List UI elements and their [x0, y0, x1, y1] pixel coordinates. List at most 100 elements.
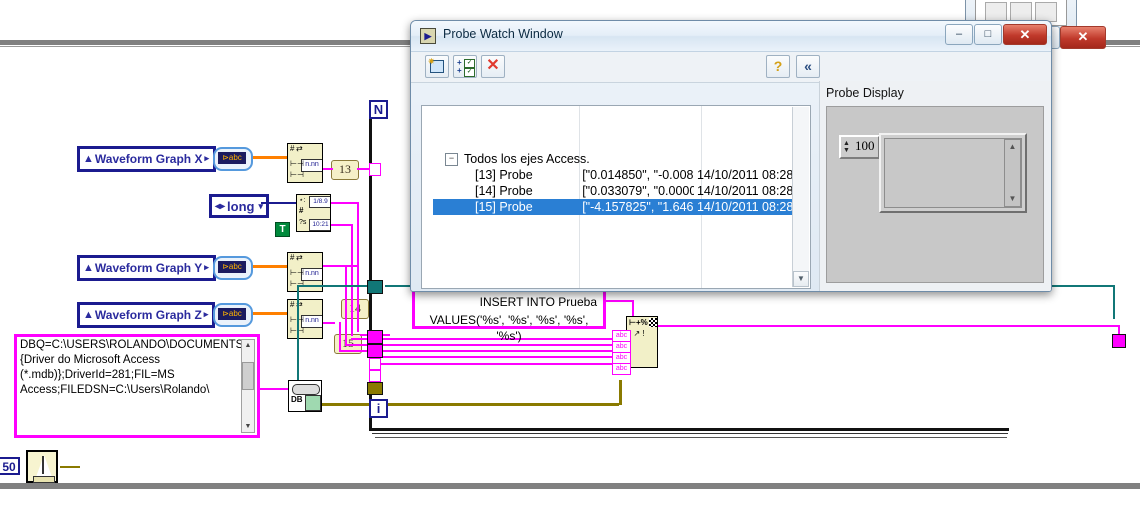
- wire-dt2: [331, 224, 353, 226]
- wire-sql-out: [606, 300, 634, 302]
- wire-vert-2: [351, 224, 353, 336]
- probe-display-field[interactable]: ▲ ▼: [879, 133, 1027, 213]
- wire-vert-3: [345, 265, 347, 345]
- scroll-up-icon[interactable]: ▲: [242, 340, 254, 351]
- window-titlebar[interactable]: ▶ Probe Watch Window – □ ✕: [411, 21, 1051, 52]
- wait-ms-constant[interactable]: 50: [0, 457, 20, 475]
- db-node-table-icon: [305, 395, 321, 411]
- probe-flag-13[interactable]: 13: [331, 160, 359, 180]
- db-connection-string-constant[interactable]: DBQ=C:\USERS\ROLANDO\DOCUMENTS\SYCSA\LAB…: [14, 334, 260, 438]
- loop-tunnel-error[interactable]: [367, 382, 383, 395]
- new-probe-sparkle-icon: ✷: [428, 58, 435, 66]
- probe-display-field-inner[interactable]: [884, 138, 1022, 208]
- window-controls[interactable]: – □ ✕: [945, 24, 1047, 45]
- collapse-button[interactable]: «: [796, 55, 820, 78]
- loop-index-terminal[interactable]: i: [369, 399, 388, 418]
- probe-icon: ▶: [420, 28, 436, 44]
- background-toolbar-icon-pencil: [1035, 2, 1057, 22]
- expander-icon[interactable]: −: [445, 153, 458, 166]
- loop-tunnel-array-2[interactable]: [369, 358, 381, 370]
- diagram-divider-bottom: [0, 483, 1140, 489]
- probe-last-update: 14/10/2011 08:28:: [694, 167, 805, 183]
- wire-dt1: [331, 202, 359, 204]
- table-row-selected[interactable]: [15] Probe ["-4.157825", "1.64689 14/10/…: [433, 199, 805, 215]
- db-node-connector: [292, 384, 320, 395]
- terminal-waveform-graph-y[interactable]: ▲ Waveform Graph Y ▸: [77, 255, 216, 281]
- probe-watch-window[interactable]: ▶ Probe Watch Window – □ ✕ ✷ + + ✓ ✓ ✕ ?…: [410, 20, 1052, 292]
- probe-list-scrollbar[interactable]: ▼: [792, 107, 809, 287]
- loop-tunnel-magenta-1[interactable]: [367, 330, 383, 344]
- loop-tunnel-teal[interactable]: [367, 280, 383, 294]
- table-row[interactable]: [14] Probe ["0.033079", "0.000018 14/10/…: [433, 183, 805, 199]
- get-datetime-node[interactable]: ⋆: 1/8.9 # ?s 10:21: [296, 194, 331, 232]
- probe-list[interactable]: − Todos los ejes Access. [13] Probe ["0.…: [421, 105, 811, 289]
- sql-insert-constant[interactable]: INSERT INTO Prueba VALUES('%s', '%s', '%…: [412, 289, 606, 329]
- loop-tunnel-right-magenta[interactable]: [1112, 334, 1126, 348]
- home-icon: ▲: [83, 262, 94, 274]
- window-toolbar[interactable]: ✷ + + ✓ ✓ ✕ ? «: [411, 52, 1051, 83]
- loop-tunnel-magenta-2[interactable]: [367, 344, 383, 358]
- spinner-arrows[interactable]: ▲ ▼: [841, 137, 852, 157]
- wire-teal-right-down: [1113, 285, 1115, 319]
- wire-error-2: [619, 380, 622, 405]
- probe-display-label: Probe Display: [826, 86, 904, 100]
- spinner-value[interactable]: 100: [852, 137, 878, 157]
- probe-display-body[interactable]: ▲ ▼ 100 ▲ ▼: [826, 106, 1044, 283]
- probe-value: ["0.014850", "-0.00863: [581, 167, 694, 183]
- array-subset-node-x[interactable]: # ⇄ n.nn ⊢⊣ ⊢⊣: [287, 143, 323, 183]
- new-probe-button[interactable]: ✷: [425, 55, 449, 78]
- delete-probe-button[interactable]: ✕: [481, 55, 505, 78]
- background-window-close[interactable]: ✕: [1060, 26, 1106, 49]
- format-input-abc-4[interactable]: abc: [612, 363, 631, 375]
- loop-count-terminal[interactable]: N: [369, 100, 388, 119]
- scroll-down-icon[interactable]: ▼: [242, 421, 254, 432]
- close-button[interactable]: ✕: [1003, 24, 1047, 45]
- spinner-down-icon[interactable]: ▼: [841, 147, 852, 154]
- probe-display-spinner[interactable]: ▲ ▼ 100: [839, 135, 880, 159]
- terminal-waveform-graph-x[interactable]: ▲ Waveform Graph X ▸: [77, 146, 216, 172]
- minimize-button[interactable]: –: [945, 24, 973, 45]
- wire-sql-down: [632, 300, 634, 316]
- boolean-true-constant[interactable]: T: [275, 222, 290, 237]
- loop-bottom-border: [369, 428, 1009, 431]
- field-scroll-up-icon[interactable]: ▲: [1005, 140, 1020, 154]
- format-node-icon: ⊢+%: [629, 319, 648, 327]
- spinner-up-icon[interactable]: ▲: [841, 140, 852, 147]
- wire-vert-1: [357, 202, 359, 332]
- wire-bus-f: [375, 363, 619, 365]
- custom-probe-button[interactable]: + + ✓ ✓: [453, 55, 477, 78]
- convert-node-x[interactable]: ⊳abc: [213, 147, 253, 171]
- help-button[interactable]: ?: [766, 55, 790, 78]
- convert-node-y[interactable]: ⊳abc: [213, 256, 253, 280]
- terminal-waveform-graph-z[interactable]: ▲ Waveform Graph Z ▸: [77, 302, 215, 328]
- maximize-button[interactable]: □: [974, 24, 1002, 45]
- terminal-label-x: Waveform Graph X: [95, 152, 203, 166]
- loop-tunnel-array-1[interactable]: [369, 163, 381, 176]
- sql-line-2: VALUES('%s', '%s', '%s', '%s', '%s'): [415, 310, 603, 346]
- format-node-pattern: [649, 318, 658, 327]
- convert-node-z-glyph: ⊳abc: [218, 308, 246, 320]
- table-group-row[interactable]: − Todos los ejes Access.: [433, 151, 805, 167]
- loop-tunnel-array-3[interactable]: [369, 370, 381, 382]
- wire-probe13: [323, 168, 333, 170]
- wait-vi-node[interactable]: [26, 450, 58, 483]
- loop-bottom-border-2: [372, 433, 1008, 434]
- field-scroll-down-icon[interactable]: ▼: [1005, 192, 1020, 206]
- probe-display-field-scrollbar[interactable]: ▲ ▼: [1004, 139, 1021, 207]
- list-scroll-down-button[interactable]: ▼: [793, 271, 809, 287]
- array-subset-node-z[interactable]: # ⇄ n.nn ⊢⊣ ⊢⊣: [287, 299, 323, 339]
- terminal-label-y: Waveform Graph Y: [95, 261, 202, 275]
- string-constant-scrollbar[interactable]: ▲ ▼: [241, 339, 255, 433]
- probe-display-pane: Probe Display ▲ ▼ 100 ▲ ▼: [819, 81, 1051, 291]
- wire-teal-v: [297, 285, 299, 385]
- home-icon: ▲: [83, 309, 94, 321]
- scrollbar-thumb[interactable]: [242, 362, 254, 390]
- background-toolbar-icon-select: [1010, 2, 1032, 22]
- enum-long[interactable]: ◂▸ long ▾: [209, 194, 269, 218]
- convert-node-z[interactable]: ⊳abc: [213, 303, 253, 327]
- datetime-q: ?s: [299, 219, 306, 226]
- enum-left-right-icon: ◂▸: [215, 201, 225, 212]
- metronome-rod: [42, 456, 44, 474]
- table-row[interactable]: [13] Probe ["0.014850", "-0.00863 14/10/…: [433, 167, 805, 183]
- db-connection-node[interactable]: DB: [288, 380, 322, 412]
